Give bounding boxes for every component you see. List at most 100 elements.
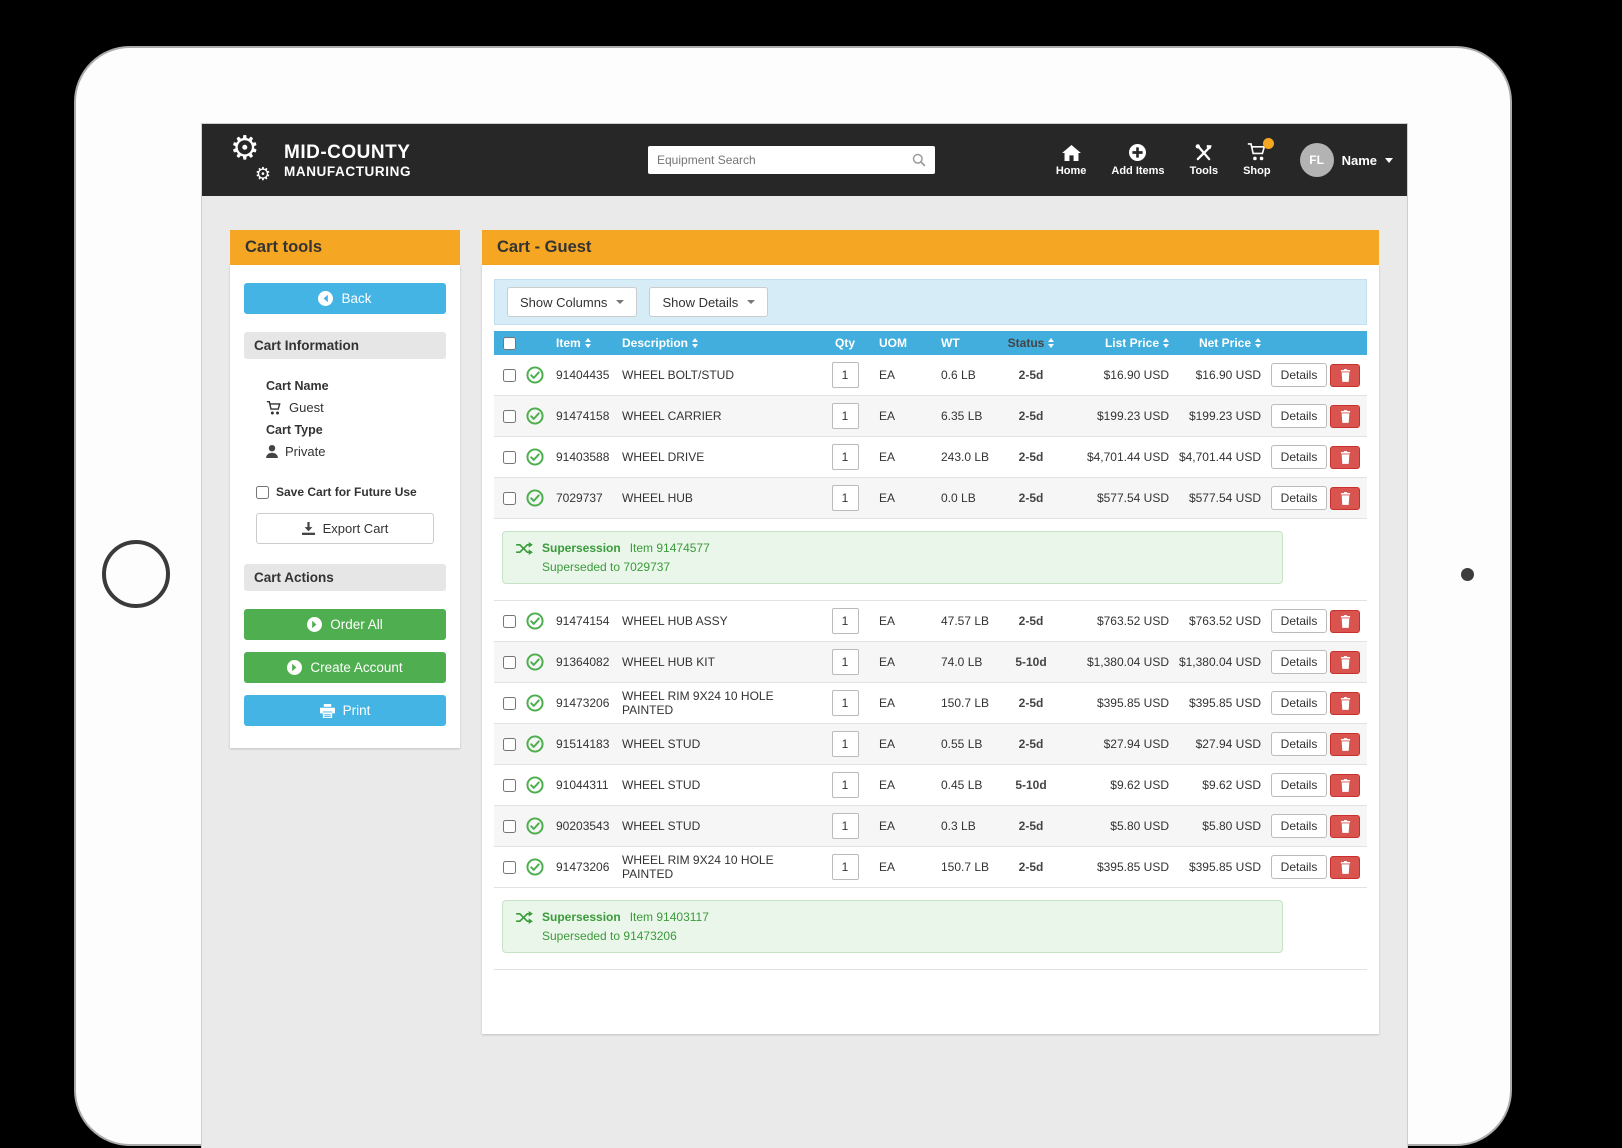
weight: 0.6 LB (929, 368, 999, 382)
row-checkbox[interactable] (503, 697, 516, 710)
cart-tools-panel: Cart tools Back Cart Information Cart Na… (230, 230, 460, 748)
save-cart-label: Save Cart for Future Use (276, 485, 417, 499)
status-badge: 2-5d (999, 614, 1063, 628)
table-row: 91364082 WHEEL HUB KIT EA 74.0 LB 5-10d … (494, 642, 1367, 683)
delete-button[interactable] (1330, 610, 1360, 633)
cart-tools-title: Cart tools (230, 230, 460, 265)
qty-input[interactable] (832, 854, 859, 880)
qty-input[interactable] (832, 690, 859, 716)
qty-input[interactable] (832, 403, 859, 429)
row-checkbox[interactable] (503, 656, 516, 669)
row-checkbox[interactable] (503, 492, 516, 505)
supersession-superseded: Superseded to 7029737 (542, 560, 1269, 574)
weight: 0.55 LB (929, 737, 999, 751)
details-button[interactable]: Details (1271, 650, 1328, 674)
weight: 150.7 LB (929, 860, 999, 874)
list-price: $577.54 USD (1063, 491, 1171, 505)
tablet-home-button[interactable] (102, 540, 170, 608)
qty-input[interactable] (832, 813, 859, 839)
row-checkbox[interactable] (503, 410, 516, 423)
cart-card: Show Columns Show Details ItemDescriptio… (482, 265, 1379, 1034)
details-button[interactable]: Details (1271, 609, 1328, 633)
cart-icon (266, 401, 282, 415)
cart-information-header: Cart Information (244, 332, 446, 359)
net-price: $199.23 USD (1171, 409, 1271, 423)
qty-input[interactable] (832, 649, 859, 675)
row-checkbox[interactable] (503, 820, 516, 833)
qty-input[interactable] (832, 362, 859, 388)
details-button[interactable]: Details (1271, 773, 1328, 797)
delete-button[interactable] (1330, 733, 1360, 756)
details-button[interactable]: Details (1271, 855, 1328, 879)
trash-icon (1340, 861, 1351, 874)
weight: 150.7 LB (929, 696, 999, 710)
delete-button[interactable] (1330, 856, 1360, 879)
delete-button[interactable] (1330, 405, 1360, 428)
trash-icon (1340, 820, 1351, 833)
select-all-checkbox[interactable] (503, 337, 516, 350)
row-checkbox[interactable] (503, 738, 516, 751)
delete-button[interactable] (1330, 364, 1360, 387)
qty-input[interactable] (832, 608, 859, 634)
column-header-status[interactable]: Status (999, 336, 1063, 350)
trash-icon (1340, 492, 1351, 505)
check-circle-icon (526, 366, 544, 384)
nav-shop[interactable]: Shop (1243, 143, 1271, 177)
status-badge: 2-5d (999, 737, 1063, 751)
details-button[interactable]: Details (1271, 732, 1328, 756)
column-header-item[interactable]: Item (556, 336, 622, 350)
row-checkbox[interactable] (503, 369, 516, 382)
column-header-list-price[interactable]: List Price (1063, 336, 1171, 350)
brand-name: MID-COUNTY MANUFACTURING (284, 142, 411, 179)
table-row: 91044311 WHEEL STUD EA 0.45 LB 5-10d $9.… (494, 765, 1367, 806)
print-button[interactable]: Print (244, 695, 446, 726)
column-header-description[interactable]: Description (622, 336, 821, 350)
details-button[interactable]: Details (1271, 814, 1328, 838)
details-button[interactable]: Details (1271, 363, 1328, 387)
column-header-uom: UOM (869, 336, 929, 350)
nav-home[interactable]: Home (1056, 143, 1087, 177)
table-toolbar: Show Columns Show Details (494, 279, 1367, 325)
status-badge: 2-5d (999, 696, 1063, 710)
show-details-button[interactable]: Show Details (649, 287, 768, 317)
user-menu[interactable]: FL Name (1300, 143, 1393, 177)
check-circle-icon (526, 817, 544, 835)
delete-button[interactable] (1330, 487, 1360, 510)
save-cart-checkbox[interactable] (256, 486, 269, 499)
qty-input[interactable] (832, 444, 859, 470)
details-button[interactable]: Details (1271, 404, 1328, 428)
nav-add-items[interactable]: Add Items (1111, 143, 1164, 177)
delete-button[interactable] (1330, 815, 1360, 838)
search-input[interactable] (657, 153, 912, 167)
back-button[interactable]: Back (244, 283, 446, 314)
details-button[interactable]: Details (1271, 445, 1328, 469)
item-description: WHEEL STUD (622, 819, 821, 833)
row-checkbox[interactable] (503, 615, 516, 628)
column-header-net-price[interactable]: Net Price (1171, 336, 1271, 350)
brand-logo[interactable]: ⚙⚙ MID-COUNTY MANUFACTURING (230, 137, 411, 183)
details-button[interactable]: Details (1271, 486, 1328, 510)
qty-input[interactable] (832, 731, 859, 757)
shuffle-icon (516, 911, 533, 924)
row-checkbox[interactable] (503, 451, 516, 464)
delete-button[interactable] (1330, 651, 1360, 674)
export-cart-button[interactable]: Export Cart (256, 513, 434, 544)
item-description: WHEEL HUB (622, 491, 821, 505)
delete-button[interactable] (1330, 692, 1360, 715)
details-button[interactable]: Details (1271, 691, 1328, 715)
qty-input[interactable] (832, 772, 859, 798)
tablet-frame: ⚙⚙ MID-COUNTY MANUFACTURING Home (74, 46, 1512, 1146)
nav-tools[interactable]: Tools (1190, 143, 1219, 177)
row-checkbox[interactable] (503, 861, 516, 874)
supersession-title: Supersession (542, 541, 621, 555)
item-number: 91514183 (556, 737, 622, 751)
column-header-qty: Qty (821, 336, 869, 350)
uom: EA (869, 860, 929, 874)
create-account-button[interactable]: Create Account (244, 652, 446, 683)
show-columns-button[interactable]: Show Columns (507, 287, 637, 317)
delete-button[interactable] (1330, 446, 1360, 469)
delete-button[interactable] (1330, 774, 1360, 797)
order-all-button[interactable]: Order All (244, 609, 446, 640)
qty-input[interactable] (832, 485, 859, 511)
row-checkbox[interactable] (503, 779, 516, 792)
